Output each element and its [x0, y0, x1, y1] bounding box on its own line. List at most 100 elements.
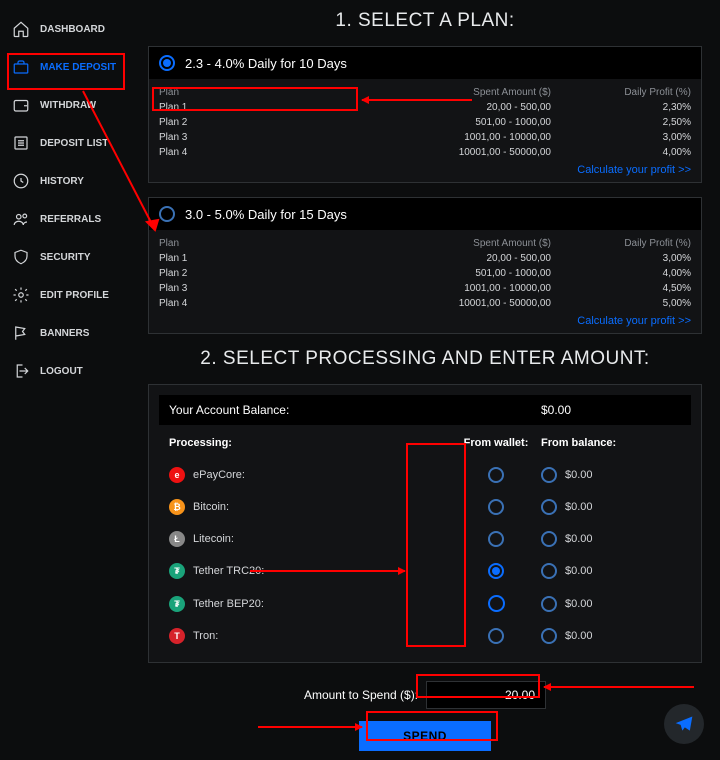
plan-b-title: 3.0 - 5.0% Daily for 15 Days — [185, 207, 347, 222]
sidebar-item-edit-profile[interactable]: EDIT PROFILE — [0, 276, 130, 314]
bitcoin-icon: ₿ — [169, 499, 185, 515]
balance-radio[interactable] — [541, 596, 557, 612]
processing-name: Tether TRC20: — [193, 565, 264, 577]
processing-row: e ePayCore: $0.00 — [159, 459, 691, 491]
wallet-radio[interactable] — [488, 628, 504, 644]
plan-a-table: Plan Spent Amount ($) Daily Profit (%) P… — [149, 79, 701, 162]
balance-radio[interactable] — [541, 467, 557, 483]
plan-card-b: 3.0 - 5.0% Daily for 15 Days Plan Spent … — [148, 197, 702, 334]
sidebar-item-logout[interactable]: LOGOUT — [0, 352, 130, 390]
sidebar-item-label: SECURITY — [40, 252, 91, 263]
col-plan: Plan — [159, 87, 259, 98]
processing-row: ₿Bitcoin: $0.00 — [159, 491, 691, 523]
balance-radio[interactable] — [541, 531, 557, 547]
sidebar-item-dashboard[interactable]: DASHBOARD — [0, 10, 130, 48]
balance-radio[interactable] — [541, 499, 557, 515]
col-spent: Spent Amount ($) — [259, 238, 551, 249]
cell: 5,00% — [551, 298, 691, 309]
plan-a-header[interactable]: 2.3 - 4.0% Daily for 10 Days — [149, 47, 701, 79]
processing-row: ₮Tether BEP20: $0.00 — [159, 587, 691, 620]
cell: Plan 3 — [159, 283, 259, 294]
wallet-radio[interactable] — [488, 563, 504, 579]
gear-icon — [12, 286, 30, 304]
sidebar-item-security[interactable]: SECURITY — [0, 238, 130, 276]
plan-b-table: Plan Spent Amount ($) Daily Profit (%) P… — [149, 230, 701, 313]
cell: 501,00 - 1000,00 — [259, 117, 551, 128]
cell: 3,00% — [551, 253, 691, 264]
plan-a-title: 2.3 - 4.0% Daily for 10 Days — [185, 56, 347, 71]
clock-icon — [12, 172, 30, 190]
cell: 3,00% — [551, 132, 691, 143]
processing-row: TTron: $0.00 — [159, 620, 691, 652]
sidebar-item-label: DASHBOARD — [40, 24, 105, 35]
litecoin-icon: Ł — [169, 531, 185, 547]
cell: 4,50% — [551, 283, 691, 294]
head-balance: From balance: — [541, 437, 681, 449]
head-wallet: From wallet: — [451, 437, 541, 449]
processing-name: Tron: — [193, 630, 218, 642]
cell: Plan 2 — [159, 117, 259, 128]
wallet-radio[interactable] — [488, 531, 504, 547]
home-icon — [12, 20, 30, 38]
sidebar: DASHBOARD MAKE DEPOSIT WITHDRAW DEPOSIT … — [0, 0, 130, 760]
sidebar-item-referrals[interactable]: REFERRALS — [0, 200, 130, 238]
sidebar-item-banners[interactable]: BANNERS — [0, 314, 130, 352]
balance-amount: $0.00 — [565, 533, 593, 545]
flag-icon — [12, 324, 30, 342]
calculate-profit-link[interactable]: Calculate your profit >> — [149, 313, 701, 333]
epaycore-icon: e — [169, 467, 185, 483]
processing-panel: Your Account Balance: $0.00 Processing: … — [148, 384, 702, 663]
wallet-radio[interactable] — [488, 595, 505, 612]
balance-amount: $0.00 — [565, 565, 593, 577]
cell: Plan 3 — [159, 132, 259, 143]
balance-value: $0.00 — [541, 403, 681, 417]
processing-name: Litecoin: — [193, 533, 234, 545]
balance-amount: $0.00 — [565, 501, 593, 513]
shield-icon — [12, 248, 30, 266]
processing-row: ₮Tether TRC20: $0.00 — [159, 555, 691, 587]
sidebar-item-label: LOGOUT — [40, 366, 83, 377]
telegram-icon — [674, 714, 694, 734]
processing-name: ePayCore: — [193, 469, 245, 481]
cell: Plan 1 — [159, 102, 259, 113]
plan-b-header[interactable]: 3.0 - 5.0% Daily for 15 Days — [149, 198, 701, 230]
briefcase-icon — [12, 58, 30, 76]
cell: 4,00% — [551, 268, 691, 279]
wallet-radio[interactable] — [488, 499, 504, 515]
cell: 4,00% — [551, 147, 691, 158]
cell: Plan 4 — [159, 298, 259, 309]
sidebar-item-deposit-list[interactable]: DEPOSIT LIST — [0, 124, 130, 162]
calculate-profit-link[interactable]: Calculate your profit >> — [149, 162, 701, 182]
cell: 20,00 - 500,00 — [259, 102, 551, 113]
col-plan: Plan — [159, 238, 259, 249]
amount-row: Amount to Spend ($): — [148, 681, 702, 709]
step-2-title: 2. SELECT PROCESSING AND ENTER AMOUNT: — [148, 348, 702, 370]
col-daily: Daily Profit (%) — [551, 87, 691, 98]
cell: Plan 1 — [159, 253, 259, 264]
amount-label: Amount to Spend ($): — [304, 688, 418, 702]
step-1-title: 1. SELECT A PLAN: — [148, 10, 702, 32]
processing-row: Ł Litecoin: $0.00 — [159, 523, 691, 555]
sidebar-item-withdraw[interactable]: WITHDRAW — [0, 86, 130, 124]
sidebar-item-make-deposit[interactable]: MAKE DEPOSIT — [0, 48, 130, 86]
balance-amount: $0.00 — [565, 469, 593, 481]
list-icon — [12, 134, 30, 152]
sidebar-item-label: EDIT PROFILE — [40, 290, 109, 301]
amount-input[interactable] — [426, 681, 546, 709]
cell: 20,00 - 500,00 — [259, 253, 551, 264]
cell: 10001,00 - 50000,00 — [259, 147, 551, 158]
spend-button[interactable]: SPEND — [359, 721, 491, 751]
col-daily: Daily Profit (%) — [551, 238, 691, 249]
sidebar-item-label: WITHDRAW — [40, 100, 96, 111]
tether-icon: ₮ — [169, 596, 185, 612]
balance-radio[interactable] — [541, 628, 557, 644]
cell: 10001,00 - 50000,00 — [259, 298, 551, 309]
balance-radio[interactable] — [541, 563, 557, 579]
sidebar-item-history[interactable]: HISTORY — [0, 162, 130, 200]
main: 1. SELECT A PLAN: 2.3 - 4.0% Daily for 1… — [130, 0, 720, 760]
col-spent: Spent Amount ($) — [259, 87, 551, 98]
telegram-button[interactable] — [664, 704, 704, 744]
wallet-radio[interactable] — [488, 467, 504, 483]
sidebar-item-label: MAKE DEPOSIT — [40, 62, 116, 73]
sidebar-item-label: HISTORY — [40, 176, 84, 187]
